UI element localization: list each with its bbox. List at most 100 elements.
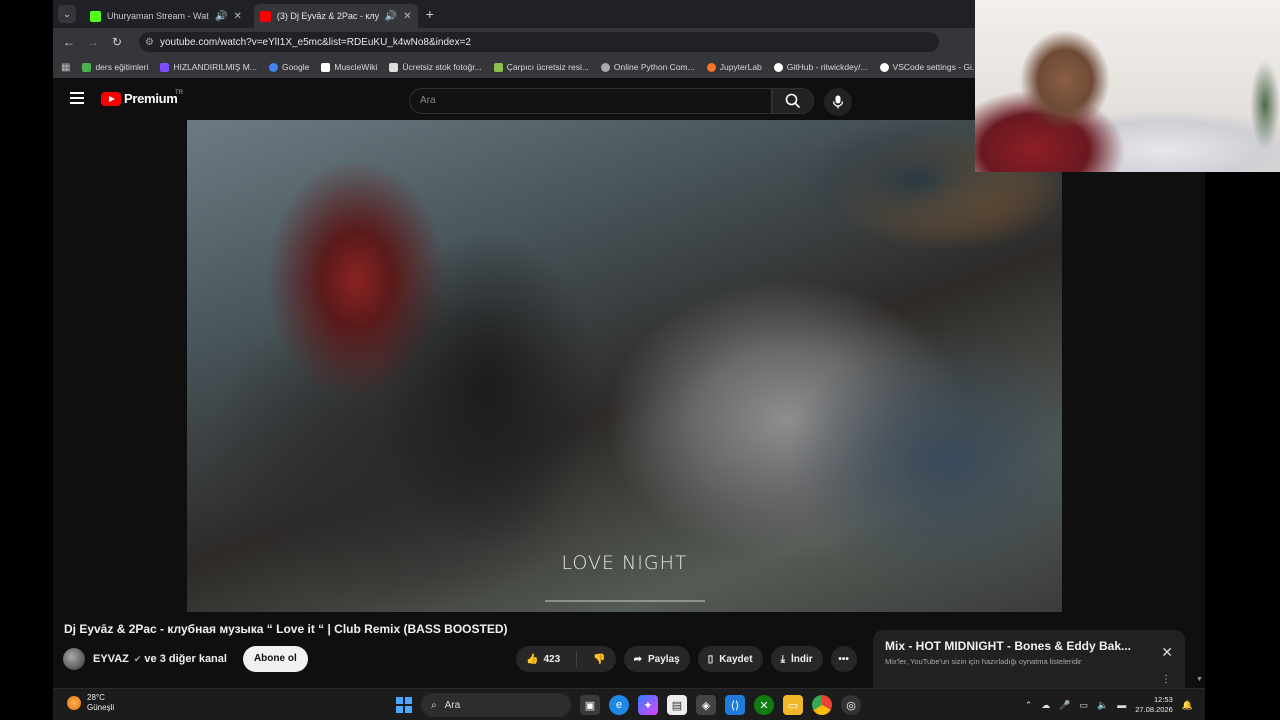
- channel-avatar[interactable]: [63, 648, 85, 670]
- video-title: Dj Eyvāz & 2Pac - клубная музыка “ Love …: [64, 622, 508, 636]
- voice-search-button[interactable]: [824, 88, 852, 116]
- file-explorer-icon[interactable]: ▭: [783, 695, 803, 715]
- edge-icon[interactable]: e: [609, 695, 629, 715]
- more-actions-button[interactable]: •••: [830, 646, 857, 672]
- network-icon[interactable]: ▭: [1080, 700, 1089, 711]
- video-player[interactable]: LOVE NIGHT: [187, 120, 1062, 612]
- apps-grid-icon[interactable]: ▦: [61, 62, 70, 73]
- bookmarks-bar: ▦ ders eğitimleri HIZLANDIRILMIŞ M... Go…: [53, 56, 975, 78]
- chevron-up-icon[interactable]: ⌃: [1025, 700, 1033, 711]
- chrome-icon[interactable]: [812, 695, 832, 715]
- vscode-icon[interactable]: ⟨⟩: [725, 695, 745, 715]
- reload-button[interactable]: ↻: [105, 35, 129, 49]
- github-icon: [773, 62, 783, 72]
- microphone-icon: [832, 95, 844, 109]
- close-tab-icon[interactable]: ✕: [233, 11, 241, 22]
- back-button[interactable]: ←: [57, 35, 81, 49]
- webcam-overlay: [975, 0, 1280, 172]
- microphone-icon[interactable]: 🎤: [1059, 700, 1070, 711]
- channel-others[interactable]: ve 3 diğer kanal: [144, 653, 227, 665]
- google-icon: [268, 62, 278, 72]
- task-view-icon[interactable]: ▣: [580, 695, 600, 715]
- volume-icon[interactable]: 🔈: [1097, 700, 1108, 711]
- youtube-logo[interactable]: Premium: [101, 91, 178, 106]
- share-button[interactable]: ➦ Paylaş: [623, 646, 690, 672]
- bookmark-favicon-icon: [321, 62, 331, 72]
- windows-start-icon[interactable]: [396, 697, 412, 713]
- youtube-header: Premium TR Ara: [53, 82, 975, 120]
- bookmark-item[interactable]: VSCode settings - Gi...: [879, 62, 975, 72]
- tab-uhuryaman[interactable]: Uhuryaman Stream - Watch 🔊 ✕: [84, 4, 248, 28]
- video-overlay-text: LOVE NIGHT: [561, 552, 688, 574]
- temperature: 28°C: [87, 693, 105, 702]
- speaker-icon[interactable]: 🔊: [215, 11, 227, 22]
- weather-condition: Güneşli: [87, 703, 115, 712]
- channel-name[interactable]: EYVAZ: [93, 653, 129, 665]
- notifications-icon[interactable]: 🔔: [1182, 700, 1193, 711]
- address-bar[interactable]: ⚙ youtube.com/watch?v=eYlI1X_e5mc&list=R…: [139, 32, 939, 52]
- battery-icon[interactable]: ▬: [1117, 700, 1126, 710]
- more-vertical-icon[interactable]: ⋮: [1161, 674, 1171, 685]
- region-code: TR: [175, 90, 183, 96]
- close-icon[interactable]: ✕: [1161, 644, 1173, 661]
- video-actions: 👍 423 👎 ➦ Paylaş ▯ Kaydet ⤓ İndir •••: [516, 646, 857, 672]
- sun-icon: [67, 696, 81, 710]
- mix-playlist-card[interactable]: Mix - HOT MIDNIGHT - Bones & Eddy Bak...…: [873, 630, 1185, 688]
- clock[interactable]: 12:53 27.08.2026: [1135, 695, 1173, 715]
- tab-strip: ⌄ Uhuryaman Stream - Watch 🔊 ✕ (3) Dj Ey…: [53, 0, 975, 28]
- bookmark-item[interactable]: Ücretsiz stok fotoğr...: [389, 62, 482, 72]
- forward-button[interactable]: →: [81, 35, 105, 49]
- url-text: youtube.com/watch?v=eYlI1X_e5mc&list=RDE…: [159, 36, 471, 48]
- obs-icon[interactable]: ◎: [841, 695, 861, 715]
- time: 12:53: [1154, 695, 1173, 704]
- bookmark-icon: ▯: [707, 653, 714, 665]
- bookmark-item[interactable]: MuscleWiki: [321, 62, 377, 72]
- youtube-play-icon: [101, 91, 121, 106]
- github-icon: [879, 62, 889, 72]
- menu-icon[interactable]: [70, 92, 84, 104]
- more-horizontal-icon: •••: [838, 653, 849, 665]
- tab-title: (3) Dj Eyvāz & 2Pac - клуб: [276, 11, 379, 21]
- scroll-down-arrow-icon[interactable]: ▼: [1196, 676, 1203, 683]
- cloud-icon[interactable]: ☁: [1041, 700, 1050, 711]
- globe-icon: [600, 62, 610, 72]
- bookmark-item[interactable]: Çarpıcı ücretsiz resi...: [493, 62, 589, 72]
- search-icon: [785, 93, 801, 109]
- xbox-icon[interactable]: ✕: [754, 695, 774, 715]
- like-count: 423: [543, 653, 561, 665]
- bookmark-favicon-icon: [389, 62, 399, 72]
- like-button[interactable]: 👍 423: [516, 646, 570, 672]
- speaker-icon[interactable]: 🔊: [385, 11, 397, 22]
- close-tab-icon[interactable]: ✕: [403, 11, 411, 22]
- channel-row: EYVAZ ✔ ve 3 diğer kanal Abone ol: [63, 646, 308, 672]
- store-icon[interactable]: ▤: [667, 695, 687, 715]
- mix-title[interactable]: Mix - HOT MIDNIGHT - Bones & Eddy Bak...: [885, 639, 1155, 653]
- share-icon: ➦: [633, 653, 642, 665]
- weather-widget[interactable]: 28°C Güneşli: [67, 693, 114, 713]
- subscribe-button[interactable]: Abone ol: [242, 646, 308, 672]
- search-input[interactable]: Ara: [409, 88, 772, 114]
- bookmark-item[interactable]: HIZLANDIRILMIŞ M...: [160, 62, 257, 72]
- kick-favicon-icon: [90, 10, 101, 22]
- search-button[interactable]: [772, 88, 814, 114]
- download-button[interactable]: ⤓ İndir: [770, 646, 823, 672]
- windows-taskbar: 28°C Güneşli ⌕ Ara ▣ e ✦ ▤ ◈ ⟨⟩ ✕ ▭ ◎ ⌃ …: [53, 688, 1205, 720]
- verified-icon: ✔: [133, 653, 142, 664]
- tab-youtube[interactable]: (3) Dj Eyvāz & 2Pac - клуб 🔊 ✕: [253, 4, 418, 28]
- tab-search-button[interactable]: ⌄: [58, 5, 76, 23]
- dislike-button[interactable]: 👎: [583, 646, 615, 672]
- bookmark-item[interactable]: JupyterLab: [706, 62, 762, 72]
- bookmark-item[interactable]: Google: [268, 62, 309, 72]
- taskbar-search[interactable]: ⌕ Ara: [421, 693, 571, 717]
- bookmark-item[interactable]: GitHub - ritwickdey/...: [773, 62, 868, 72]
- youtube-favicon-icon: [259, 10, 271, 22]
- bookmark-item[interactable]: ders eğitimleri: [82, 62, 148, 72]
- like-dislike-group: 👍 423 👎: [516, 646, 616, 672]
- save-button[interactable]: ▯ Kaydet: [697, 646, 763, 672]
- site-info-icon[interactable]: ⚙: [145, 37, 154, 48]
- date: 27.08.2026: [1135, 705, 1173, 714]
- bookmark-item[interactable]: Online Python Com...: [600, 62, 695, 72]
- unity-icon[interactable]: ◈: [696, 695, 716, 715]
- copilot-icon[interactable]: ✦: [638, 695, 658, 715]
- new-tab-button[interactable]: +: [426, 6, 434, 22]
